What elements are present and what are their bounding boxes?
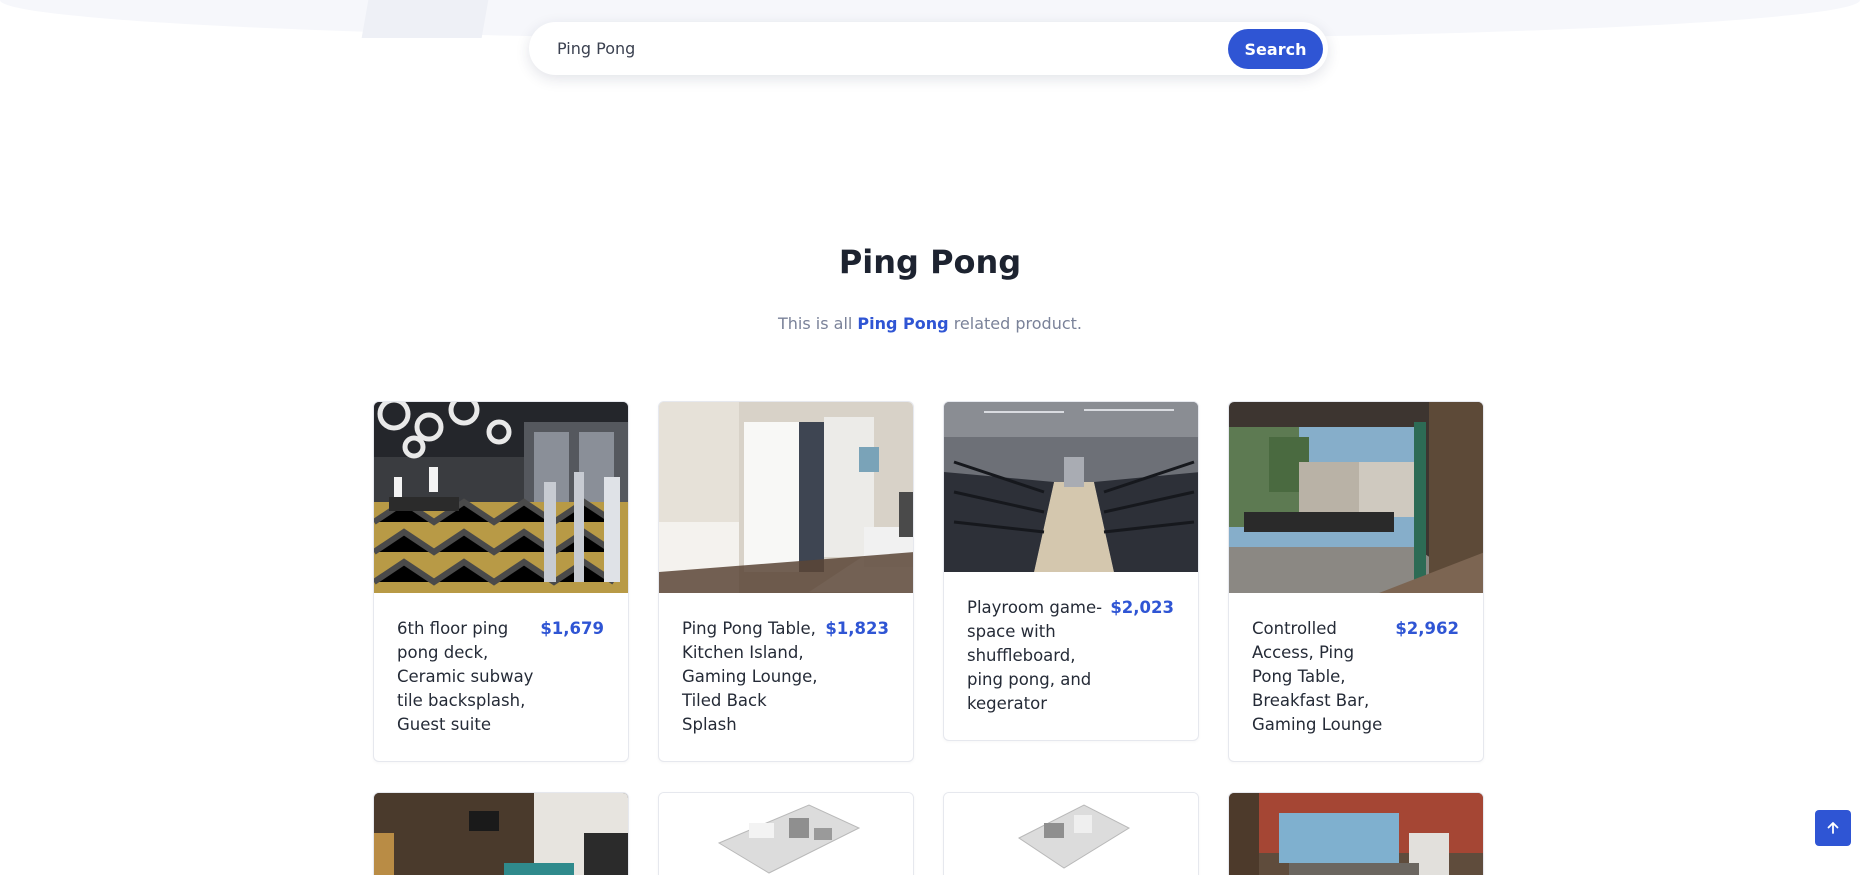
product-card[interactable] xyxy=(658,792,914,875)
product-image[interactable] xyxy=(944,402,1198,572)
product-title[interactable]: Ping Pong Table, Kitchen Island, Gaming … xyxy=(682,617,825,737)
product-title[interactable]: Playroom game-space with shuffleboard, p… xyxy=(967,596,1110,716)
product-image[interactable] xyxy=(659,793,913,875)
page-subtitle: This is all Ping Pong related product. xyxy=(0,314,1860,333)
arrow-up-icon xyxy=(1827,822,1839,834)
product-body: Playroom game-space with shuffleboard, p… xyxy=(944,572,1198,740)
subtitle-suffix: related product. xyxy=(953,314,1083,333)
product-body: Ping Pong Table, Kitchen Island, Gaming … xyxy=(659,593,913,761)
search-button[interactable]: Search xyxy=(1228,29,1323,69)
product-card[interactable]: 6th floor ping pong deck, Ceramic subway… xyxy=(373,401,629,762)
search-bar: Search xyxy=(529,22,1328,75)
product-image[interactable] xyxy=(1229,793,1483,875)
subtitle-keyword: Ping Pong xyxy=(857,314,949,333)
hero-decoration xyxy=(361,0,489,38)
product-card[interactable] xyxy=(1228,792,1484,875)
product-card[interactable] xyxy=(943,792,1199,875)
product-image[interactable] xyxy=(944,793,1198,875)
product-image[interactable] xyxy=(374,793,628,875)
subtitle-prefix: This is all xyxy=(777,314,853,333)
search-input[interactable] xyxy=(557,32,1137,65)
product-image[interactable] xyxy=(1229,402,1483,593)
product-card[interactable] xyxy=(373,792,629,875)
product-title[interactable]: Controlled Access, Ping Pong Table, Brea… xyxy=(1252,617,1395,737)
product-card[interactable]: Controlled Access, Ping Pong Table, Brea… xyxy=(1228,401,1484,762)
product-body: 6th floor ping pong deck, Ceramic subway… xyxy=(374,593,628,761)
product-price: $1,823 xyxy=(825,619,889,638)
product-price: $2,962 xyxy=(1395,619,1459,638)
product-body: Controlled Access, Ping Pong Table, Brea… xyxy=(1229,593,1483,761)
product-card[interactable]: Playroom game-space with shuffleboard, p… xyxy=(943,401,1199,741)
page-title: Ping Pong xyxy=(838,243,1022,281)
product-price: $1,679 xyxy=(540,619,604,638)
product-card[interactable]: Ping Pong Table, Kitchen Island, Gaming … xyxy=(658,401,914,762)
product-title[interactable]: 6th floor ping pong deck, Ceramic subway… xyxy=(397,617,540,737)
product-image[interactable] xyxy=(659,402,913,593)
scroll-to-top-button[interactable] xyxy=(1815,810,1851,846)
product-price: $2,023 xyxy=(1110,598,1174,617)
product-image[interactable] xyxy=(374,402,628,593)
